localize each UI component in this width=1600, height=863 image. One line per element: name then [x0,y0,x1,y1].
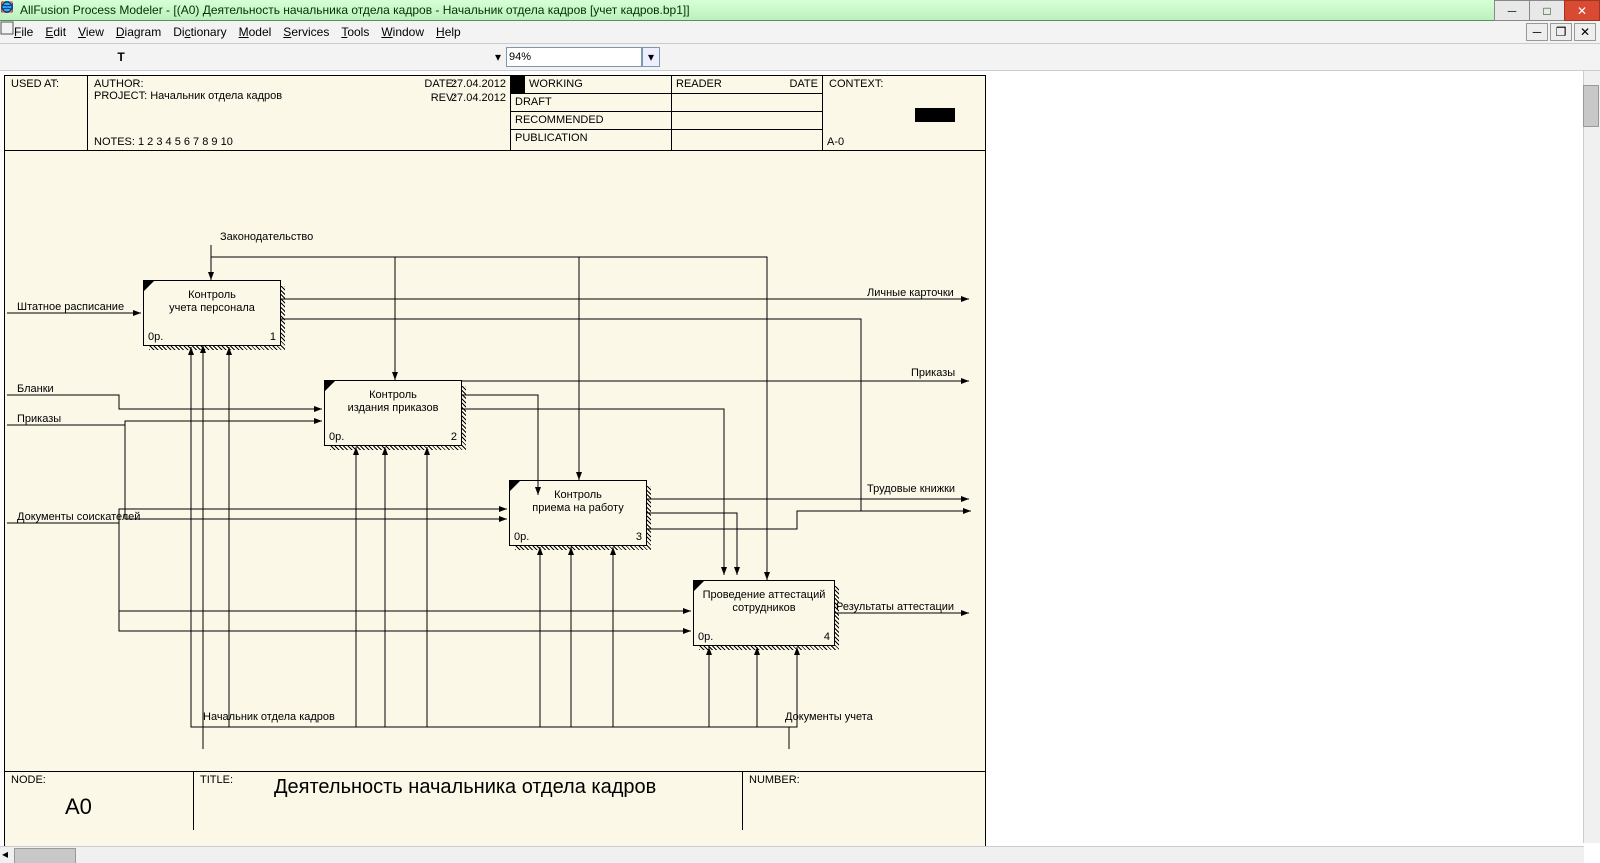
context-cell: CONTEXT: A-0 [823,76,985,150]
save-icon[interactable] [400,46,422,68]
menu-window[interactable]: Window [381,25,424,39]
scrollbar-thumb[interactable] [1583,85,1599,127]
node-value: A0 [65,794,92,820]
menu-edit[interactable]: Edit [45,25,66,39]
squiggle-tool-icon[interactable] [84,46,106,68]
author-cell: AUTHOR: PROJECT: Начальник отдела кадров… [88,76,511,150]
doc-minimize-button[interactable]: ─ [1526,23,1548,41]
doc-close-button[interactable]: ✕ [1574,23,1596,41]
check-icon[interactable] [728,46,750,68]
window-title: AllFusion Process Modeler - [(A0) Деятел… [20,3,690,17]
tree-icon[interactable] [762,46,784,68]
reader-cell: READERDATE [672,76,823,150]
up-icon[interactable] [188,46,210,68]
work-area: USED AT: AUTHOR: PROJECT: Начальник отде… [0,71,1600,863]
vertical-scrollbar[interactable] [1583,71,1600,843]
horizontal-scrollbar[interactable]: ◂ [0,846,1584,863]
report-icon[interactable] [788,46,810,68]
window-buttons: ─ □ ✕ [1495,0,1600,21]
minimize-button[interactable]: ─ [1494,0,1530,21]
doc-restore-button[interactable]: ❐ [1550,23,1572,41]
menu-model[interactable]: Model [239,25,272,39]
status-cell: WORKING DRAFT RECOMMENDED PUBLICATION [511,76,672,150]
globe-icon[interactable] [822,46,844,68]
idef-header: USED AT: AUTHOR: PROJECT: Начальник отде… [5,76,985,151]
box-tool-icon[interactable] [32,46,54,68]
new-icon[interactable] [348,46,370,68]
menu-file[interactable]: File [14,25,33,39]
zoom-out-icon[interactable] [668,46,690,68]
open-icon[interactable] [374,46,396,68]
diagram-canvas[interactable]: USED AT: AUTHOR: PROJECT: Начальник отде… [4,75,986,849]
menu-help[interactable]: Help [436,25,461,39]
zoom-in-icon[interactable] [694,46,716,68]
toolbar: T ▾ ▾ [0,44,1600,71]
idef-footer: NODE: A0 TITLE: Деятельность начальника … [5,771,985,830]
arrows-layer [5,151,985,771]
zoom-dropdown-icon[interactable]: ▾ [494,46,502,68]
menu-services[interactable]: Services [283,25,329,39]
text-tool-icon[interactable]: T [110,46,132,68]
play-icon[interactable] [136,46,158,68]
close-button[interactable]: ✕ [1564,0,1600,21]
print-icon[interactable] [434,46,456,68]
scroll-left-icon[interactable]: ◂ [2,847,8,861]
titlebar: AllFusion Process Modeler - [(A0) Деятел… [0,0,1600,21]
doc-window-buttons: ─ ❐ ✕ [1524,23,1596,41]
pointer-tool-icon[interactable] [6,46,28,68]
palette-icon[interactable] [468,46,490,68]
arrow-tool-icon[interactable] [58,46,80,68]
diagram-area[interactable]: Контрольучета персонала 0р.1 Контрольизд… [5,151,985,771]
menu-tools[interactable]: Tools [341,25,369,39]
replay-icon[interactable] [162,46,184,68]
down-icon[interactable] [214,46,236,68]
zoom-dropdown-arrow-icon[interactable]: ▾ [642,47,660,67]
menu-dictionary[interactable]: Dictionary [173,25,226,39]
maximize-button[interactable]: □ [1529,0,1565,21]
menu-diagram[interactable]: Diagram [116,25,161,39]
context-box-icon [915,108,955,122]
zoom-input[interactable] [506,47,642,67]
usedat-cell: USED AT: [5,76,88,150]
menu-view[interactable]: View [78,25,104,39]
scrollbar-thumb-h[interactable] [14,848,76,863]
menubar: File Edit View Diagram Dictionary Model … [0,21,1600,44]
diagram-title: Деятельность начальника отдела кадров [274,776,656,799]
